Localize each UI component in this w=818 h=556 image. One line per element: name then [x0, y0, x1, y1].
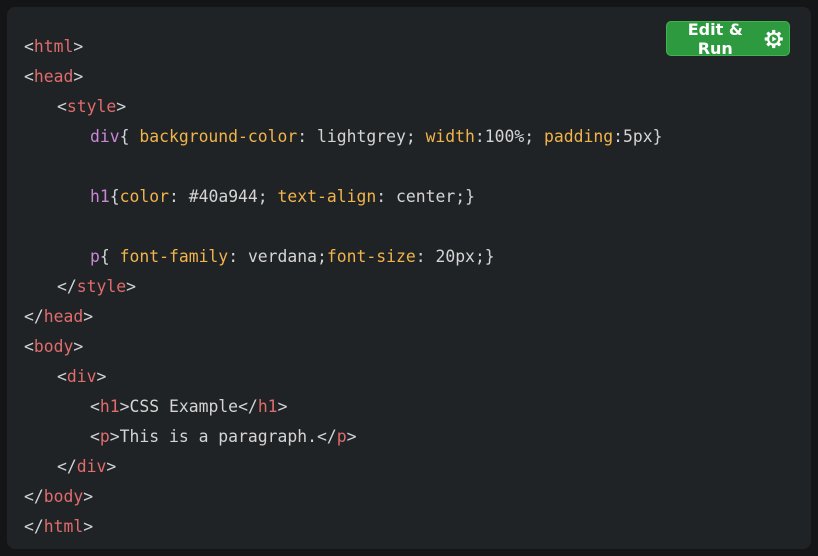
h1-close-tag: h1 [257, 397, 278, 416]
code-line: <h1>CSS Example</h1> [90, 397, 288, 416]
css-selector: div [90, 127, 120, 146]
html-open-tag: html [33, 37, 74, 56]
code-line: </style> [57, 277, 136, 296]
code-line: <body> [24, 337, 84, 356]
head-close-tag: head [43, 307, 84, 326]
div-close-tag: div [76, 457, 107, 476]
edit-and-run-label: Edit & Run [687, 19, 743, 58]
code-line: <html> [24, 37, 84, 56]
h1-open-tag: h1 [99, 397, 120, 416]
code-line: <head> [24, 67, 84, 86]
gear-run-icon [764, 29, 783, 48]
p-close-tag: p [336, 427, 347, 446]
h1-text: CSS Example [129, 397, 239, 416]
html-close-tag: html [43, 517, 84, 536]
css-property: width [425, 127, 475, 146]
code-line: </html> [24, 517, 94, 536]
css-value: center [395, 187, 456, 206]
code-example-panel: Edit & Run <html> <head> <style> div{ backg… [7, 7, 811, 549]
p-text: This is a paragraph. [119, 427, 317, 446]
code-line: h1{color: #40a944; text-align: center;} [90, 187, 475, 206]
css-selector: p [90, 247, 100, 266]
body-close-tag: body [43, 487, 84, 506]
css-property: font-size [326, 247, 416, 266]
css-property: background-color [139, 127, 298, 146]
css-value: 100% [484, 127, 525, 146]
code-line: <div> [57, 367, 107, 386]
edit-and-run-button[interactable]: Edit & Run [666, 19, 790, 58]
css-value: lightgrey [317, 127, 406, 146]
css-selector: h1 [90, 187, 110, 206]
code-line: <style> [57, 97, 127, 116]
code-line: div{ background-color: lightgrey; width:… [90, 127, 663, 146]
p-open-tag: p [99, 427, 110, 446]
code-line: <p>This is a paragraph.</p> [90, 427, 357, 446]
code-line: </div> [57, 457, 117, 476]
css-value: #40a944 [188, 187, 258, 206]
div-open-tag: div [66, 367, 97, 386]
css-property: font-family [119, 247, 229, 266]
body-open-tag: body [33, 337, 74, 356]
head-open-tag: head [33, 67, 74, 86]
code-line: p{ font-family: verdana;font-size: 20px;… [90, 247, 495, 266]
css-value: 5px [622, 127, 653, 146]
code-line: </body> [24, 487, 94, 506]
css-value: verdana [247, 247, 318, 266]
css-property: color [119, 187, 169, 206]
css-value: 20px [435, 247, 475, 266]
css-property: padding [544, 127, 614, 146]
css-property: text-align [277, 187, 377, 206]
style-open-tag: style [66, 97, 117, 116]
code-line: </head> [24, 307, 94, 326]
style-close-tag: style [76, 277, 127, 296]
code-block: <html> <head> <style> div{ background-color… [24, 32, 662, 542]
